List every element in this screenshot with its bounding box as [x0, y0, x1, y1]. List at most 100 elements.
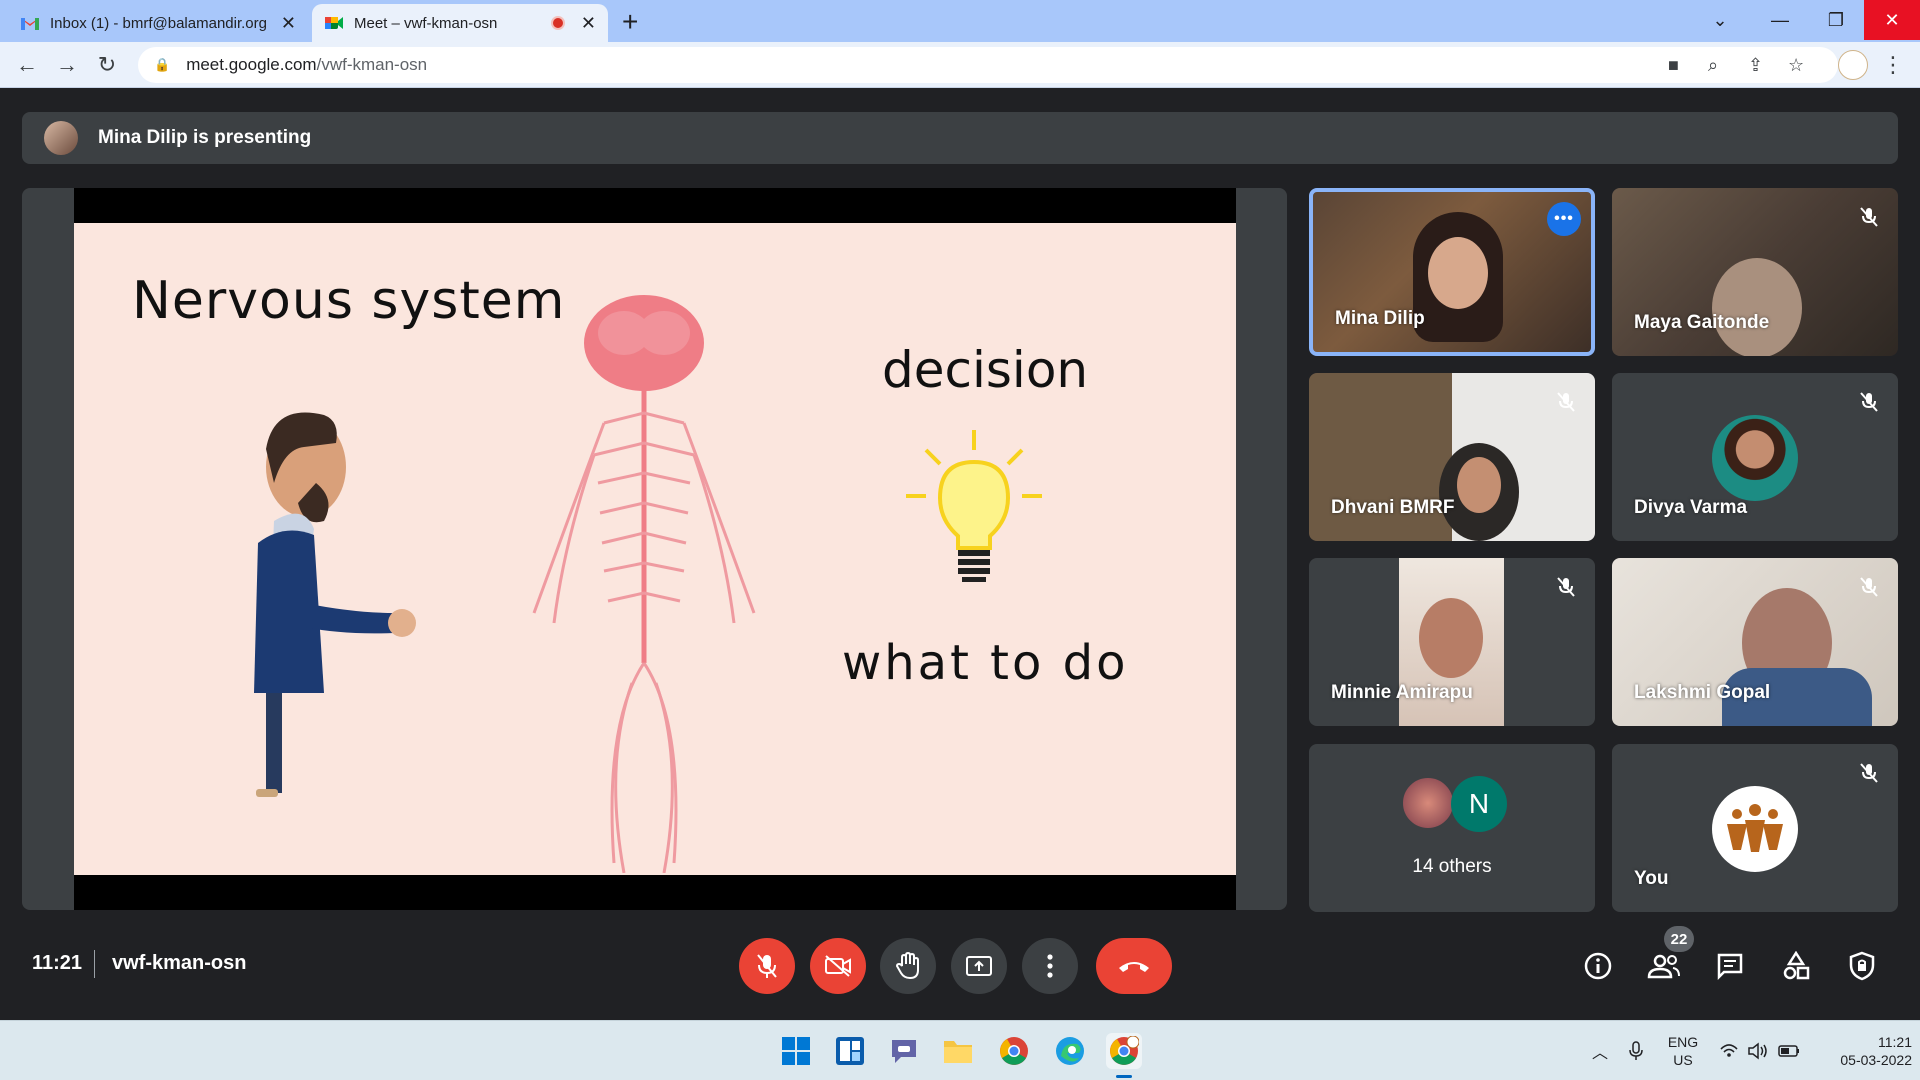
- browser-menu-icon[interactable]: ⋮: [1876, 48, 1910, 82]
- more-options-icon[interactable]: •••: [1547, 202, 1581, 236]
- hand-icon: [896, 952, 919, 980]
- participant-face: [1428, 237, 1488, 309]
- participant-tile[interactable]: Maya Gaitonde: [1612, 188, 1898, 356]
- shield-lock-icon: [1849, 951, 1875, 981]
- new-tab-icon[interactable]: +: [622, 6, 638, 38]
- mic-off-icon: [1854, 387, 1884, 417]
- participant-face-skin: [1457, 457, 1501, 513]
- camera-off-icon: [825, 955, 851, 977]
- participant-name: Divya Varma: [1634, 497, 1748, 518]
- chrome-profile-icon[interactable]: [1106, 1033, 1142, 1069]
- url-host: meet.google.com: [186, 55, 317, 74]
- mic-toggle-button[interactable]: [739, 938, 795, 994]
- cartoon-man-illustration: [254, 412, 416, 797]
- others-count: 14 others: [1412, 856, 1492, 877]
- presenting-text: Mina Dilip is presenting: [98, 127, 312, 148]
- microphone-icon[interactable]: [1618, 1033, 1654, 1069]
- participant-tile[interactable]: Lakshmi Gopal: [1612, 558, 1898, 726]
- participant-tile[interactable]: ••• Mina Dilip: [1309, 188, 1595, 356]
- self-avatar: [1712, 786, 1798, 872]
- slide-word-decision: decision: [882, 341, 1089, 399]
- camera-icon[interactable]: ■: [1668, 55, 1679, 76]
- start-icon[interactable]: [778, 1033, 814, 1069]
- tab-title: Inbox (1) - bmrf@balamandir.org: [50, 14, 267, 32]
- edge-icon[interactable]: [1052, 1033, 1088, 1069]
- mic-off-icon: [1854, 758, 1884, 788]
- org-logo-icon: [1727, 804, 1783, 852]
- raise-hand-button[interactable]: [880, 938, 936, 994]
- share-icon[interactable]: ⇪: [1748, 55, 1763, 76]
- system-time: 11:21: [1878, 1034, 1912, 1050]
- people-icon: [1647, 954, 1680, 979]
- url-field[interactable]: 🔒 meet.google.com/vwf-kman-osn ■ ⌕ ⇪ ☆: [138, 47, 1838, 83]
- language-code: ENG: [1667, 1034, 1699, 1050]
- lock-icon: 🔒: [154, 57, 171, 72]
- tray-overflow-icon[interactable]: ︿: [1582, 1033, 1618, 1069]
- mic-off-icon: [757, 954, 777, 978]
- input-language[interactable]: ENG US: [1660, 1033, 1706, 1069]
- camera-toggle-button[interactable]: [810, 938, 866, 994]
- tab-meet[interactable]: Meet – vwf-kman-osn ✕: [312, 4, 608, 42]
- profile-avatar[interactable]: [1838, 50, 1868, 80]
- nervous-system-illustration: [532, 295, 756, 873]
- participant-name: Dhvani BMRF: [1331, 497, 1455, 518]
- tab-title: Meet – vwf-kman-osn: [354, 14, 498, 32]
- meeting-details-button[interactable]: [1576, 944, 1620, 988]
- self-tile[interactable]: You: [1612, 744, 1898, 912]
- tab-close-icon[interactable]: ✕: [581, 13, 596, 34]
- people-button[interactable]: [1642, 944, 1686, 988]
- tab-search-icon[interactable]: ⌄: [1696, 0, 1744, 40]
- presentation-slide: Nervous system decision what to do: [74, 223, 1236, 875]
- zoom-icon[interactable]: ⌕: [1708, 55, 1718, 76]
- participant-name: Minnie Amirapu: [1331, 682, 1473, 703]
- leave-call-button[interactable]: [1096, 938, 1172, 994]
- participant-tile[interactable]: Divya Varma: [1612, 373, 1898, 541]
- chrome-icon[interactable]: [996, 1033, 1032, 1069]
- meeting-clock: 11:21: [32, 952, 83, 974]
- hang-up-icon: [1119, 962, 1149, 972]
- file-explorer-icon[interactable]: [940, 1033, 976, 1069]
- network-volume-battery[interactable]: [1712, 1033, 1812, 1069]
- shapes-icon: [1783, 951, 1810, 980]
- chat-button[interactable]: [1708, 944, 1752, 988]
- mic-off-icon: [1551, 572, 1581, 602]
- forward-icon[interactable]: →: [50, 48, 84, 82]
- host-controls-button[interactable]: [1840, 944, 1884, 988]
- activities-button[interactable]: [1774, 944, 1818, 988]
- reload-icon[interactable]: ↻: [90, 48, 124, 82]
- divider: [94, 950, 95, 978]
- minimize-icon[interactable]: —: [1752, 0, 1808, 40]
- present-button[interactable]: [951, 938, 1007, 994]
- tab-gmail[interactable]: Inbox (1) - bmrf@balamandir.org ✕: [8, 4, 308, 42]
- active-app-indicator: [1116, 1075, 1132, 1078]
- widgets-icon[interactable]: [832, 1033, 868, 1069]
- tab-close-icon[interactable]: ✕: [281, 13, 296, 34]
- participant-face: [1419, 598, 1483, 678]
- presentation-stage: Nervous system decision what to do: [22, 188, 1287, 910]
- maximize-icon[interactable]: ❐: [1808, 0, 1864, 40]
- participant-name: Maya Gaitonde: [1634, 312, 1770, 333]
- participant-name: Mina Dilip: [1335, 308, 1425, 329]
- system-date: 05-03-2022: [1840, 1052, 1912, 1068]
- participant-tile[interactable]: Minnie Amirapu: [1309, 558, 1595, 726]
- more-vert-icon: [1047, 954, 1053, 978]
- mic-off-icon: [1854, 202, 1884, 232]
- system-clock[interactable]: 11:21 05-03-2022: [1812, 1033, 1912, 1069]
- teams-chat-icon[interactable]: [886, 1033, 922, 1069]
- meet-icon: [325, 17, 343, 29]
- presenting-banner: Mina Dilip is presenting: [22, 112, 1898, 164]
- status-icons: [1720, 1042, 1799, 1060]
- region-code: US: [1673, 1052, 1693, 1068]
- back-icon[interactable]: ←: [10, 48, 44, 82]
- participant-tile[interactable]: Dhvani BMRF: [1309, 373, 1595, 541]
- more-options-button[interactable]: [1022, 938, 1078, 994]
- recording-icon: [550, 16, 565, 30]
- others-tile[interactable]: N 14 others: [1309, 744, 1595, 912]
- close-window-icon[interactable]: ✕: [1864, 0, 1920, 40]
- browser-tab-strip: Inbox (1) - bmrf@balamandir.org ✕ Meet –…: [0, 0, 1920, 42]
- slide-title: Nervous system: [132, 271, 566, 331]
- slide-word-what-to-do: what to do: [842, 635, 1129, 691]
- bookmark-star-icon[interactable]: ☆: [1788, 55, 1804, 76]
- presenter-avatar: [44, 121, 78, 155]
- mic-off-icon: [1854, 572, 1884, 602]
